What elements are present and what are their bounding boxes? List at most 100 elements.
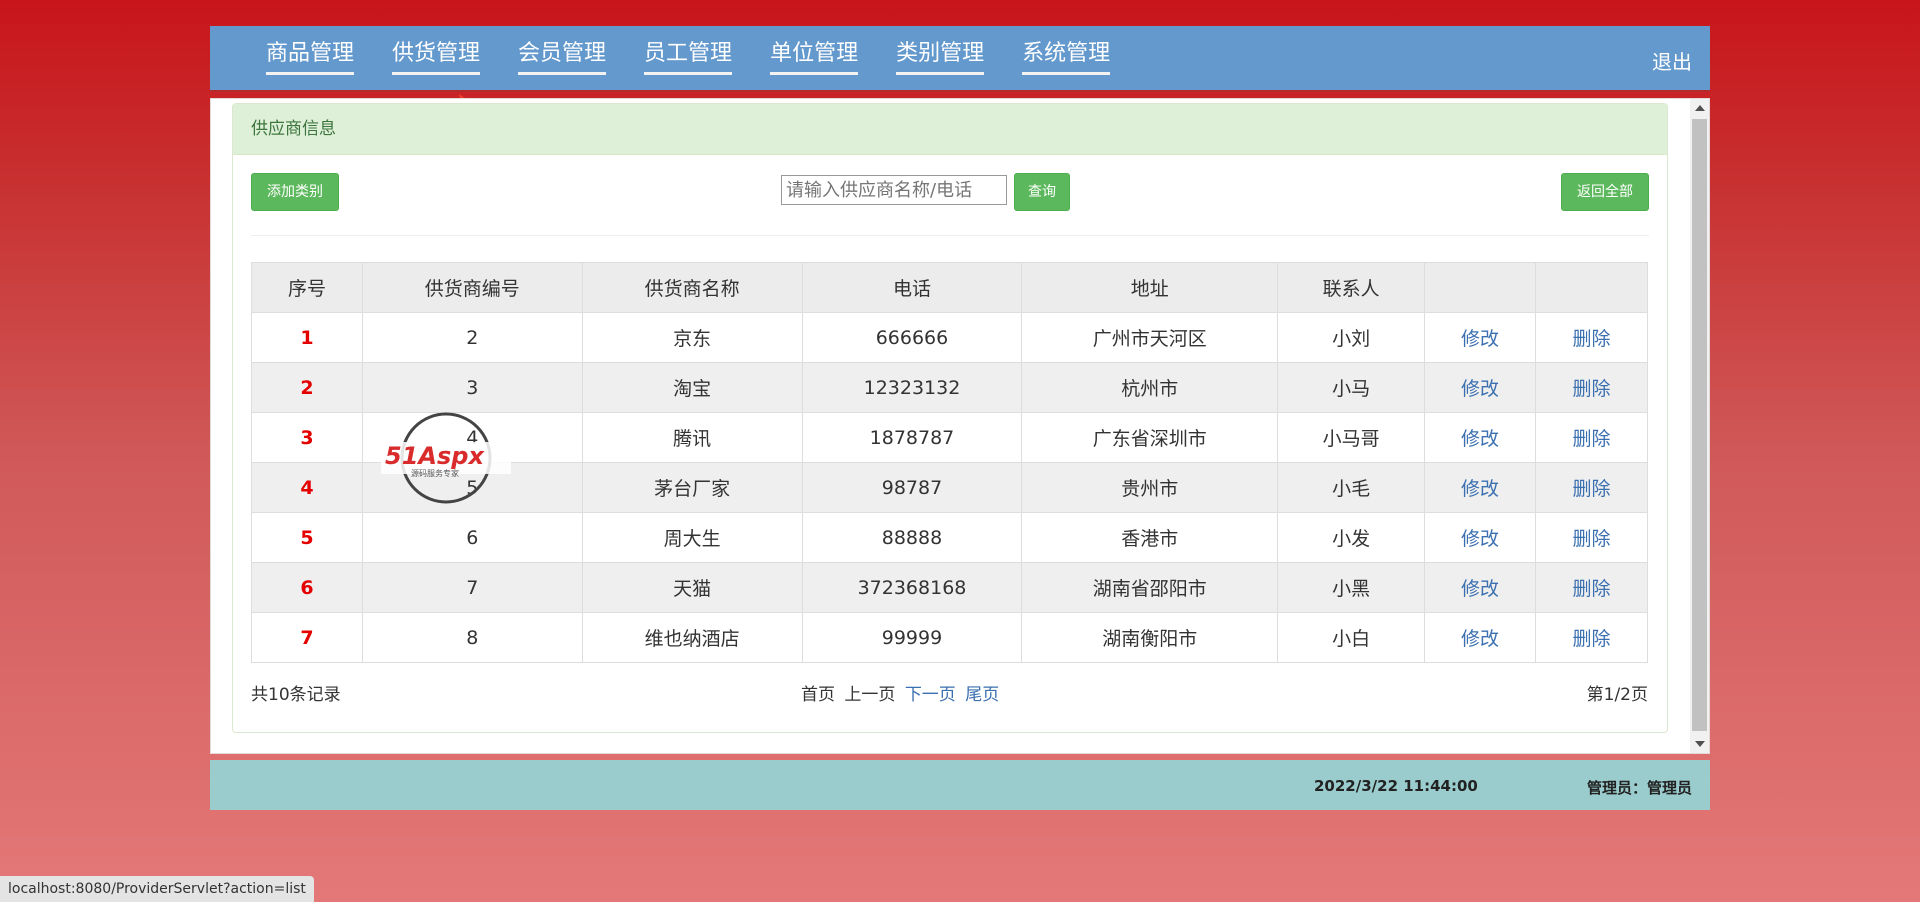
supplier-phone: 372368168 bbox=[801, 562, 1023, 613]
last-page-link[interactable]: 尾页 bbox=[965, 685, 999, 705]
row-index: 5 bbox=[251, 512, 363, 563]
search-input[interactable] bbox=[781, 175, 1007, 205]
nav-item-employees[interactable]: 员工管理 bbox=[644, 40, 733, 75]
query-button[interactable]: 查询 bbox=[1014, 173, 1070, 211]
watermark-tagline: 源码服务专家 bbox=[411, 468, 459, 478]
nav-item-supply[interactable]: 供货管理 bbox=[392, 40, 481, 75]
table-row: 7 8 维也纳酒店 99999 湖南衡阳市 小白 修改 删除 bbox=[251, 612, 1649, 663]
supplier-address: 广州市天河区 bbox=[1021, 312, 1279, 363]
supplier-phone: 1878787 bbox=[801, 412, 1023, 463]
app-window: 商品管理 供货管理 会员管理 员工管理 单位管理 类别管理 系统管理 退出 供应… bbox=[210, 26, 1710, 810]
supplier-phone: 98787 bbox=[801, 462, 1023, 513]
supplier-phone: 88888 bbox=[801, 512, 1023, 563]
watermark-brand: 51Aspx bbox=[385, 442, 485, 470]
supplier-address: 贵州市 bbox=[1021, 462, 1279, 513]
supplier-name: 天猫 bbox=[581, 562, 803, 613]
table-header-row: 序号 供货商编号 供货商名称 电话 地址 联系人 bbox=[251, 262, 1649, 313]
supplier-name: 周大生 bbox=[581, 512, 803, 563]
watermark-logo: 51Aspx 源码服务专家 bbox=[381, 412, 511, 504]
row-index: 6 bbox=[251, 562, 363, 613]
supplier-contact: 小马 bbox=[1277, 362, 1426, 413]
nav-item-units[interactable]: 单位管理 bbox=[770, 40, 859, 75]
supplier-name: 淘宝 bbox=[581, 362, 803, 413]
add-category-button[interactable]: 添加类别 bbox=[251, 173, 339, 211]
scroll-up-icon[interactable] bbox=[1695, 105, 1705, 111]
header-edit bbox=[1424, 262, 1536, 313]
supplier-address: 香港市 bbox=[1021, 512, 1279, 563]
table-row: 6 7 天猫 372368168 湖南省邵阳市 小黑 修改 删除 bbox=[251, 562, 1649, 613]
scroll-down-icon[interactable] bbox=[1695, 741, 1705, 747]
delete-link[interactable]: 删除 bbox=[1534, 462, 1649, 513]
supplier-phone: 12323132 bbox=[801, 362, 1023, 413]
record-count: 共10条记录 bbox=[251, 685, 341, 705]
row-index: 7 bbox=[251, 612, 363, 663]
nav-item-categories[interactable]: 类别管理 bbox=[896, 40, 985, 75]
delete-link[interactable]: 删除 bbox=[1534, 412, 1649, 463]
table-row: 2 3 淘宝 12323132 杭州市 小马 修改 删除 bbox=[251, 362, 1649, 413]
supplier-contact: 小刘 bbox=[1277, 312, 1426, 363]
supplier-phone: 666666 bbox=[801, 312, 1023, 363]
edit-link[interactable]: 修改 bbox=[1424, 562, 1536, 613]
edit-link[interactable]: 修改 bbox=[1424, 412, 1536, 463]
current-time: 2022/3/22 11:44:00 bbox=[1314, 777, 1478, 795]
page-links: 首页 上一页 下一页 尾页 bbox=[801, 680, 1003, 705]
nav-item-members[interactable]: 会员管理 bbox=[518, 40, 607, 75]
svg-text:51Aspx: 51Aspx bbox=[385, 442, 485, 470]
row-index: 1 bbox=[251, 312, 363, 363]
row-index: 3 bbox=[251, 412, 363, 463]
vertical-scrollbar[interactable] bbox=[1690, 99, 1709, 753]
supplier-address: 广东省深圳市 bbox=[1021, 412, 1279, 463]
nav-item-products[interactable]: 商品管理 bbox=[266, 40, 355, 75]
supplier-contact: 小黑 bbox=[1277, 562, 1426, 613]
supplier-code: 7 bbox=[361, 562, 583, 613]
logout-link[interactable]: 退出 bbox=[1652, 46, 1692, 75]
page-indicator: 第1/2页 bbox=[1586, 685, 1648, 705]
panel-title: 供应商信息 bbox=[233, 104, 1667, 155]
nav-item-system[interactable]: 系统管理 bbox=[1022, 40, 1111, 75]
return-all-button[interactable]: 返回全部 bbox=[1561, 173, 1649, 211]
delete-link[interactable]: 删除 bbox=[1534, 512, 1649, 563]
edit-link[interactable]: 修改 bbox=[1424, 612, 1536, 663]
edit-link[interactable]: 修改 bbox=[1424, 462, 1536, 513]
supplier-address: 湖南省邵阳市 bbox=[1021, 562, 1279, 613]
nav-list: 商品管理 供货管理 会员管理 员工管理 单位管理 类别管理 系统管理 bbox=[266, 40, 1148, 75]
header-index: 序号 bbox=[251, 262, 363, 313]
row-index: 4 bbox=[251, 462, 363, 513]
header-delete bbox=[1534, 262, 1649, 313]
supplier-contact: 小马哥 bbox=[1277, 412, 1426, 463]
delete-link[interactable]: 删除 bbox=[1534, 562, 1649, 613]
prev-page-link: 上一页 bbox=[844, 685, 896, 705]
supplier-code: 6 bbox=[361, 512, 583, 563]
header-code: 供货商编号 bbox=[361, 262, 583, 313]
edit-link[interactable]: 修改 bbox=[1424, 312, 1536, 363]
delete-link[interactable]: 删除 bbox=[1534, 362, 1649, 413]
scroll-thumb[interactable] bbox=[1692, 119, 1707, 731]
header-contact: 联系人 bbox=[1277, 262, 1426, 313]
supplier-name: 京东 bbox=[581, 312, 803, 363]
supplier-name: 茅台厂家 bbox=[581, 462, 803, 513]
footer-bar: 2022/3/22 11:44:00 管理员：管理员 bbox=[210, 760, 1710, 810]
supplier-panel: 供应商信息 添加类别 查询 返回全部 序号 供货商编号 供货商名称 电话 bbox=[232, 103, 1668, 733]
row-index: 2 bbox=[251, 362, 363, 413]
top-nav: 商品管理 供货管理 会员管理 员工管理 单位管理 类别管理 系统管理 退出 bbox=[210, 26, 1710, 92]
toolbar: 添加类别 查询 返回全部 bbox=[251, 155, 1649, 236]
supplier-phone: 99999 bbox=[801, 612, 1023, 663]
supplier-name: 维也纳酒店 bbox=[581, 612, 803, 663]
admin-info: 管理员：管理员 bbox=[1586, 779, 1692, 797]
header-name: 供货商名称 bbox=[581, 262, 803, 313]
delete-link[interactable]: 删除 bbox=[1534, 612, 1649, 663]
next-page-link[interactable]: 下一页 bbox=[905, 685, 956, 705]
supplier-address: 湖南衡阳市 bbox=[1021, 612, 1279, 663]
header-phone: 电话 bbox=[801, 262, 1023, 313]
edit-link[interactable]: 修改 bbox=[1424, 512, 1536, 563]
supplier-contact: 小发 bbox=[1277, 512, 1426, 563]
header-address: 地址 bbox=[1021, 262, 1279, 313]
content-area: 供应商信息 添加类别 查询 返回全部 序号 供货商编号 供货商名称 电话 bbox=[210, 98, 1710, 754]
table-row: 1 2 京东 666666 广州市天河区 小刘 修改 删除 bbox=[251, 312, 1649, 363]
table-row: 5 6 周大生 88888 香港市 小发 修改 删除 bbox=[251, 512, 1649, 563]
delete-link[interactable]: 删除 bbox=[1534, 312, 1649, 363]
supplier-code: 8 bbox=[361, 612, 583, 663]
supplier-contact: 小白 bbox=[1277, 612, 1426, 663]
first-page-link: 首页 bbox=[801, 685, 835, 705]
edit-link[interactable]: 修改 bbox=[1424, 362, 1536, 413]
